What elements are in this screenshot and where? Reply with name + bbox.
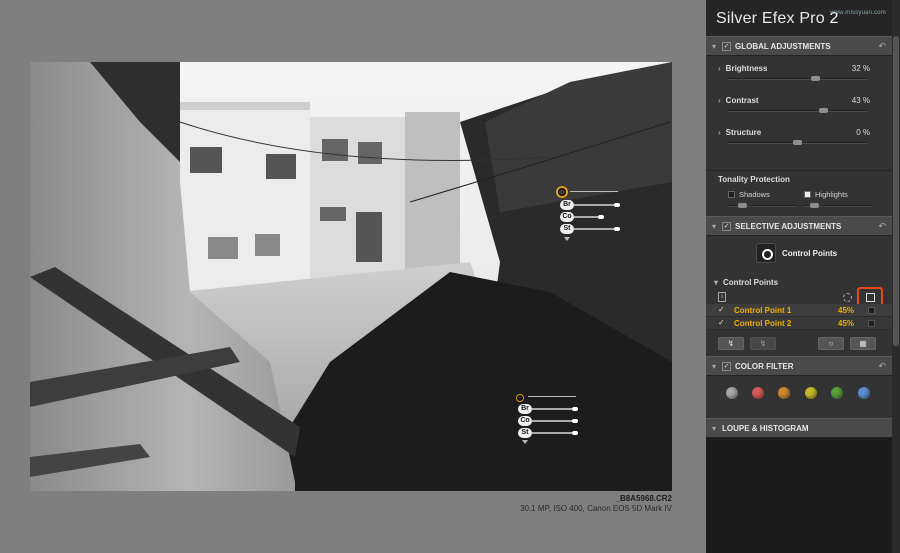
square-icon [866, 293, 875, 302]
control-point-ring-icon[interactable] [516, 394, 524, 402]
red-filter-swatch[interactable] [752, 387, 764, 399]
cp1-label-co[interactable]: Co [560, 212, 574, 222]
reset-arrow-icon[interactable]: ↶ [878, 361, 886, 372]
mask-icon[interactable] [843, 293, 852, 302]
collapse-arrow-icon[interactable]: ▾ [712, 42, 722, 51]
control-point-percent: 45% [838, 306, 855, 315]
selective-enable-checkbox[interactable]: ✓ [722, 221, 731, 231]
brightness-slider[interactable]: Brightness 32 % [706, 56, 892, 88]
control-point-mask-box[interactable] [868, 320, 875, 327]
reset-arrow-icon[interactable]: ↶ [878, 221, 886, 232]
control-points-toolbar: i [706, 287, 892, 308]
blue-filter-swatch[interactable] [858, 387, 870, 399]
control-point-checkbox[interactable]: ✓ [718, 305, 725, 314]
slider-knob[interactable] [738, 203, 747, 208]
app-name: Silver Efex Pro [716, 10, 825, 27]
control-point-ring-icon[interactable] [556, 186, 568, 198]
control-point-1-marker[interactable]: Br Co St [556, 186, 636, 246]
group-icon[interactable]: ↯ [718, 337, 744, 350]
preview-photo[interactable]: Br Co St Br Co St [30, 62, 672, 491]
loupe-view[interactable] [706, 438, 892, 553]
slider-knob[interactable] [811, 76, 820, 81]
highlights-slider[interactable] [804, 203, 872, 208]
slider-value: 43 % [851, 96, 870, 105]
slider-track[interactable] [728, 140, 868, 145]
loupe-histogram-header[interactable]: ▾ LOUPE & HISTOGRAM [706, 418, 892, 438]
structure-slider[interactable]: Structure 0 % [706, 120, 892, 152]
control-point-checkbox[interactable]: ✓ [718, 318, 725, 327]
control-point-name[interactable]: Control Point 2 [734, 319, 791, 328]
color-filter-header[interactable]: ▾ ✓ COLOR FILTER ↶ [706, 356, 892, 376]
collapse-arrow-icon[interactable]: ▾ [712, 362, 722, 371]
control-point-row[interactable]: ✓ Control Point 2 45% [706, 317, 892, 330]
expand-triangle-icon[interactable] [564, 237, 570, 241]
slider-knob[interactable] [810, 203, 819, 208]
shadows-swatch-icon [728, 191, 735, 198]
selective-adjustments-header[interactable]: ▾ ✓ SELECTIVE ADJUSTMENTS ↶ [706, 216, 892, 236]
panel-scrollbar[interactable] [892, 0, 900, 553]
control-point-name[interactable]: Control Point 1 [734, 306, 791, 315]
scrollbar-thumb[interactable] [893, 36, 899, 346]
slider-value: 0 % [856, 128, 870, 137]
slider-label[interactable]: Brightness [718, 64, 768, 73]
section-title: SELECTIVE ADJUSTMENTS [735, 221, 842, 231]
tonality-protection: Tonality Protection Shadows Highlights [706, 170, 892, 216]
slider-knob[interactable] [793, 140, 802, 145]
shadows-slider[interactable] [728, 203, 796, 208]
control-point-row[interactable]: ✓ Control Point 1 45% [706, 304, 892, 317]
control-point-percent: 45% [838, 319, 855, 328]
cp2-label-br[interactable]: Br [518, 404, 532, 414]
slider-value: 32 % [851, 64, 870, 73]
cp2-label-st[interactable]: St [518, 428, 532, 438]
image-canvas[interactable]: Br Co St Br Co St _B8A5968.CR2 30.1 MP, … [0, 0, 700, 553]
cp2-label-co[interactable]: Co [518, 416, 532, 426]
global-adjustments-header[interactable]: ▾ ✓ GLOBAL ADJUSTMENTS ↶ [706, 36, 892, 56]
neutral-filter-swatch[interactable] [726, 387, 738, 399]
cp1-label-st[interactable]: St [560, 224, 574, 234]
info-icon[interactable]: i [718, 292, 726, 302]
color-filter-enable-checkbox[interactable]: ✓ [722, 361, 731, 371]
adjustments-panel: Silver Efex Pro 2 www.missyuan.com ▾ ✓ G… [706, 0, 892, 553]
delete-icon[interactable]: ▦ [850, 337, 876, 350]
add-control-point-button[interactable]: Control Points [756, 243, 876, 267]
reset-arrow-icon[interactable]: ↶ [878, 41, 886, 52]
collapse-arrow-icon[interactable]: ▾ [712, 424, 722, 433]
orange-filter-swatch[interactable] [778, 387, 790, 399]
section-title: COLOR FILTER [735, 361, 794, 371]
expand-triangle-icon[interactable] [522, 440, 528, 444]
control-point-mask-box[interactable] [868, 307, 875, 314]
slider-track[interactable] [728, 108, 868, 113]
slider-label[interactable]: Structure [718, 128, 762, 137]
control-point-tools: ↯ ↯ ○ ▦ [706, 330, 892, 356]
yellow-filter-swatch[interactable] [805, 387, 817, 399]
add-control-point-label[interactable]: Control Points [782, 249, 837, 258]
contrast-slider[interactable]: Contrast 43 % [706, 88, 892, 120]
color-filter-swatches [706, 376, 892, 406]
control-points-button-row: Control Points [706, 236, 892, 276]
photo-metadata: _B8A5968.CR2 30.1 MP, ISO 400, Canon EOS… [520, 494, 672, 514]
app-title: Silver Efex Pro 2 www.missyuan.com [706, 0, 892, 36]
control-points-list-title[interactable]: Control Points [714, 278, 778, 287]
ungroup-icon[interactable]: ↯ [750, 337, 776, 350]
slider-knob[interactable] [819, 108, 828, 113]
control-point-icon[interactable] [756, 243, 776, 263]
shadows-option[interactable]: Shadows [728, 190, 770, 199]
green-filter-swatch[interactable] [831, 387, 843, 399]
duplicate-icon[interactable]: ○ [818, 337, 844, 350]
section-title: GLOBAL ADJUSTMENTS [735, 41, 831, 51]
highlights-option[interactable]: Highlights [804, 190, 848, 199]
watermark-text: www.missyuan.com [830, 10, 886, 16]
slider-track[interactable] [728, 76, 868, 81]
control-point-2-marker[interactable]: Br Co St [514, 392, 594, 452]
section-title: LOUPE & HISTOGRAM [722, 423, 809, 433]
cp1-label-br[interactable]: Br [560, 200, 574, 210]
photo-filename: _B8A5968.CR2 [615, 494, 672, 503]
slider-label[interactable]: Contrast [718, 96, 759, 105]
photo-info: 30.1 MP, ISO 400, Canon EOS 5D Mark IV [520, 504, 672, 513]
tonality-title: Tonality Protection [718, 175, 790, 184]
highlights-swatch-icon [804, 191, 811, 198]
global-enable-checkbox[interactable]: ✓ [722, 41, 731, 51]
collapse-arrow-icon[interactable]: ▾ [712, 222, 722, 231]
